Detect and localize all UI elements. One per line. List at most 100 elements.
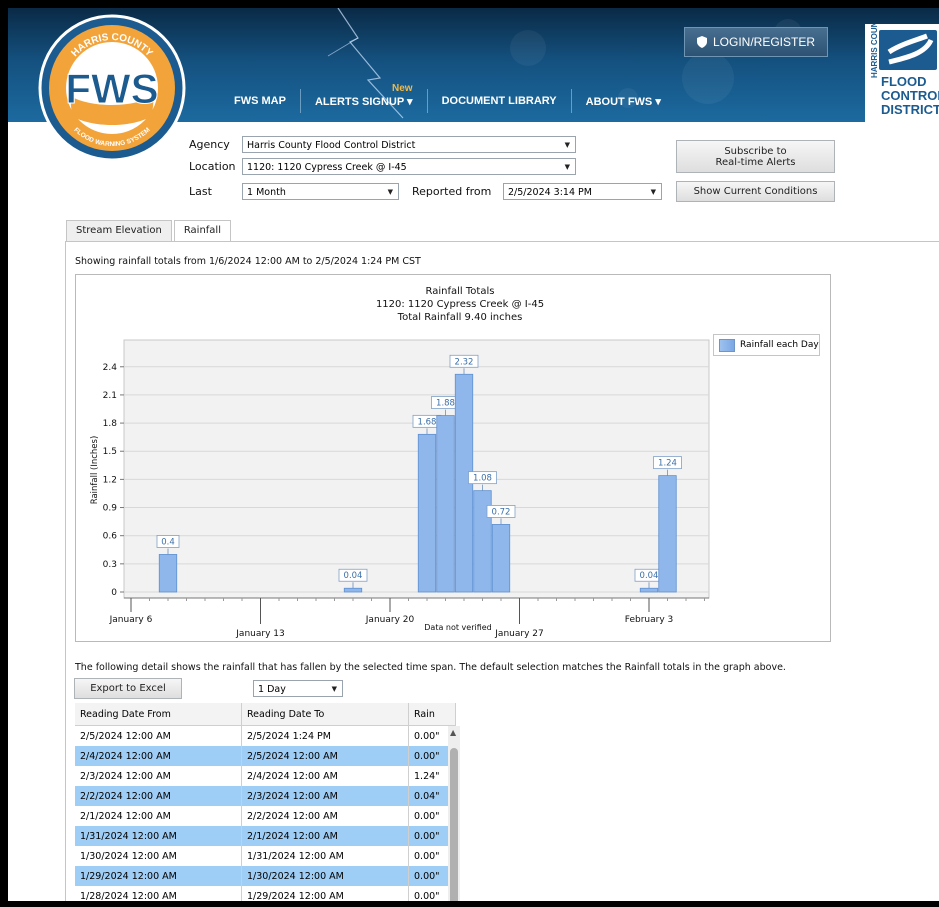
col-reading-date-to[interactable]: Reading Date To bbox=[241, 703, 409, 726]
cell-date-to: 1/30/2024 12:00 AM bbox=[241, 866, 409, 886]
district-logo-line1: FLOOD bbox=[881, 74, 927, 89]
timespan-value: 1 Day bbox=[258, 684, 286, 695]
subscribe-line2: Real-time Alerts bbox=[715, 156, 796, 168]
scrollbar-thumb[interactable] bbox=[450, 748, 458, 901]
data-label: 0.72 bbox=[492, 507, 511, 517]
cell-date-from: 1/31/2024 12:00 AM bbox=[75, 826, 242, 846]
rainfall-detail-table: Reading Date From Reading Date To Rain 2… bbox=[75, 703, 456, 901]
y-tick-label: 0 bbox=[111, 588, 117, 598]
y-axis-label: Rainfall (Inches) bbox=[90, 436, 100, 505]
rainfall-chart: Rainfall Totals 1120: 1120 Cypress Creek… bbox=[90, 286, 710, 639]
last-label: Last bbox=[189, 185, 212, 198]
new-badge: New bbox=[392, 82, 413, 94]
col-rain[interactable]: Rain bbox=[408, 703, 456, 726]
chevron-down-icon: ▼ bbox=[564, 163, 570, 171]
chevron-down-icon: ▼ bbox=[387, 188, 393, 196]
cell-date-to: 2/3/2024 12:00 AM bbox=[241, 786, 409, 806]
chevron-down-icon: ▼ bbox=[331, 685, 337, 693]
agency-select[interactable]: Harris County Flood Control District ▼ bbox=[242, 136, 576, 153]
col-reading-date-from[interactable]: Reading Date From bbox=[75, 703, 242, 726]
agency-value: Harris County Flood Control District bbox=[247, 140, 416, 151]
summary-text: Showing rainfall totals from 1/6/2024 12… bbox=[75, 256, 421, 267]
nav-alerts-signup[interactable]: ALERTS SIGNUP ▾ New bbox=[301, 83, 427, 108]
login-register-button[interactable]: LOGIN/REGISTER bbox=[684, 27, 828, 57]
rainfall-bar[interactable] bbox=[158, 554, 178, 593]
y-tick-label: 1.5 bbox=[103, 447, 117, 457]
rainfall-bar[interactable] bbox=[639, 587, 659, 593]
tab-bar: Stream Elevation Rainfall bbox=[66, 220, 233, 243]
cell-date-to: 2/1/2024 12:00 AM bbox=[241, 826, 409, 846]
location-select[interactable]: 1120: 1120 Cypress Creek @ I-45 ▼ bbox=[242, 158, 576, 175]
page-frame: FWS MAP ALERTS SIGNUP ▾ New DOCUMENT LIBR… bbox=[8, 8, 939, 901]
nav-about-fws[interactable]: ABOUT FWS ▾ bbox=[572, 95, 675, 108]
y-tick-label: 0.9 bbox=[103, 504, 118, 514]
reported-from-select[interactable]: 2/5/2024 3:14 PM ▼ bbox=[503, 183, 662, 200]
x-tick-label: January 13 bbox=[235, 629, 284, 639]
timespan-select[interactable]: 1 Day ▼ bbox=[253, 680, 343, 697]
table-row[interactable]: 2/1/2024 12:00 AM 2/2/2024 12:00 AM 0.00" bbox=[75, 806, 456, 826]
logo-letters: FWS bbox=[65, 65, 158, 112]
table-row[interactable]: 1/29/2024 12:00 AM 1/30/2024 12:00 AM 0.00… bbox=[75, 866, 456, 886]
cell-date-to: 1/31/2024 12:00 AM bbox=[241, 846, 409, 866]
table-row[interactable]: 1/31/2024 12:00 AM 2/1/2024 12:00 AM 0.00" bbox=[75, 826, 456, 846]
shield-icon bbox=[696, 36, 707, 48]
x-tick-label: January 6 bbox=[109, 615, 153, 625]
table-row[interactable]: 2/5/2024 12:00 AM 2/5/2024 1:24 PM 0.00" bbox=[75, 725, 456, 746]
data-label: 1.08 bbox=[473, 474, 492, 484]
y-tick-label: 2.1 bbox=[103, 391, 117, 401]
data-label: 2.32 bbox=[455, 357, 474, 367]
x-tick-label: January 20 bbox=[365, 615, 415, 625]
rainfall-bar[interactable] bbox=[436, 415, 455, 593]
table-row[interactable]: 1/28/2024 12:00 AM 1/29/2024 12:00 AM 0.00… bbox=[75, 886, 456, 901]
data-label: 1.24 bbox=[658, 459, 677, 469]
cell-date-from: 2/1/2024 12:00 AM bbox=[75, 806, 242, 826]
hcfcd-logo[interactable]: HARRIS COUNTY FLOOD CONTROL DISTRICT bbox=[865, 11, 939, 126]
cell-date-from: 1/28/2024 12:00 AM bbox=[75, 886, 242, 901]
nav-fws-map[interactable]: FWS MAP bbox=[220, 95, 300, 107]
rainfall-bar[interactable] bbox=[491, 524, 511, 593]
plot-area bbox=[123, 339, 710, 599]
subscribe-alerts-button[interactable]: Subscribe to Real-time Alerts bbox=[676, 140, 835, 173]
nav-alerts-label: ALERTS SIGNUP ▾ bbox=[314, 95, 413, 108]
district-logo-line3: DISTRICT bbox=[881, 102, 939, 117]
fws-logo[interactable]: HARRIS COUNTY FWS FLOOD WARNING SYSTEM bbox=[36, 12, 188, 164]
cell-date-to: 2/4/2024 12:00 AM bbox=[241, 766, 409, 786]
x-tick-label: January 27 bbox=[494, 629, 543, 639]
chart-subtitle-location: 1120: 1120 Cypress Creek @ I-45 bbox=[376, 299, 544, 310]
last-select[interactable]: 1 Month ▼ bbox=[242, 183, 399, 200]
agency-label: Agency bbox=[189, 138, 230, 151]
chart-subtitle-total: Total Rainfall 9.40 inches bbox=[397, 312, 523, 323]
cell-date-to: 2/5/2024 1:24 PM bbox=[241, 725, 409, 746]
x-tick-label: February 3 bbox=[625, 615, 673, 625]
rainfall-bar[interactable] bbox=[658, 475, 677, 593]
export-to-excel-button[interactable]: Export to Excel bbox=[74, 678, 182, 699]
data-label: 1.88 bbox=[436, 399, 455, 409]
tab-stream-elevation[interactable]: Stream Elevation bbox=[66, 220, 172, 241]
chevron-down-icon: ▼ bbox=[564, 141, 570, 149]
table-row[interactable]: 1/30/2024 12:00 AM 1/31/2024 12:00 AM 0.00… bbox=[75, 846, 456, 866]
cell-date-from: 2/5/2024 12:00 AM bbox=[75, 725, 242, 746]
y-tick-label: 1.2 bbox=[103, 475, 117, 485]
table-row[interactable]: 2/2/2024 12:00 AM 2/3/2024 12:00 AM 0.04" bbox=[75, 786, 456, 806]
data-label: 1.68 bbox=[418, 417, 437, 427]
data-label: 0.4 bbox=[161, 537, 175, 547]
show-current-conditions-button[interactable]: Show Current Conditions bbox=[676, 181, 835, 202]
tab-rainfall[interactable]: Rainfall bbox=[173, 220, 231, 243]
cell-date-to: 2/5/2024 12:00 AM bbox=[241, 746, 409, 766]
rainfall-bar[interactable] bbox=[343, 587, 363, 593]
nav-document-library[interactable]: DOCUMENT LIBRARY bbox=[428, 95, 571, 107]
table-row[interactable]: 2/3/2024 12:00 AM 2/4/2024 12:00 AM 1.24" bbox=[75, 766, 456, 786]
table-scrollbar[interactable]: ▲ bbox=[448, 726, 460, 901]
last-value: 1 Month bbox=[247, 187, 286, 198]
data-label: 0.04 bbox=[344, 571, 363, 581]
cell-date-from: 2/2/2024 12:00 AM bbox=[75, 786, 242, 806]
cell-date-from: 1/30/2024 12:00 AM bbox=[75, 846, 242, 866]
reported-from-value: 2/5/2024 3:14 PM bbox=[508, 187, 592, 198]
cell-date-from: 2/4/2024 12:00 AM bbox=[75, 746, 242, 766]
table-row[interactable]: 2/4/2024 12:00 AM 2/5/2024 12:00 AM 0.00" bbox=[75, 746, 456, 766]
scroll-up-icon[interactable]: ▲ bbox=[450, 728, 456, 737]
chart-footnote: Data not verified bbox=[424, 623, 492, 632]
rainfall-bar[interactable] bbox=[417, 433, 437, 593]
cell-date-to: 1/29/2024 12:00 AM bbox=[241, 886, 409, 901]
chart-title: Rainfall Totals bbox=[426, 286, 495, 297]
